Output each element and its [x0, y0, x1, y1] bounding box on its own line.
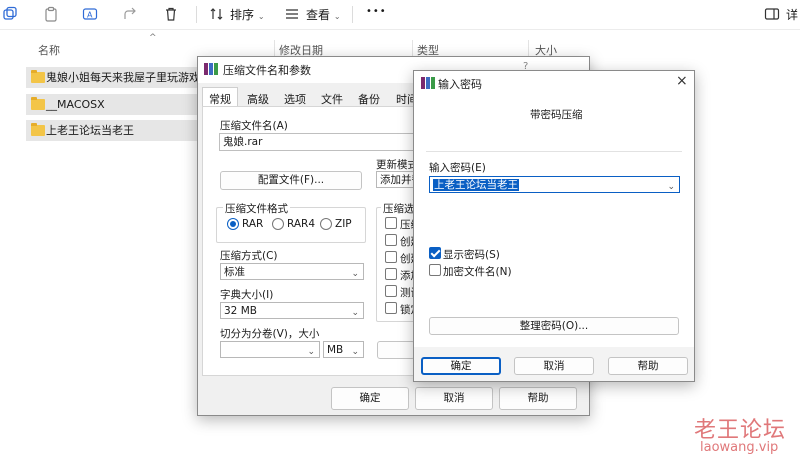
profile-button[interactable]: 配置文件(F)... — [220, 171, 362, 190]
dialog-title: 输入密码 — [438, 78, 482, 91]
show-password-label: 显示密码(S) — [443, 249, 500, 261]
cancel-button[interactable]: 取消 — [415, 387, 493, 410]
ok-button[interactable]: 确定 — [421, 357, 501, 375]
chevron-down-icon: ⌄ — [351, 308, 359, 318]
toolbar-divider — [352, 6, 353, 23]
password-input[interactable]: 上老王论坛当老王 ⌄ — [429, 176, 680, 193]
update-mode-label: 更新模式 — [376, 159, 418, 171]
encrypt-filenames-label: 加密文件名(N) — [443, 266, 512, 278]
file-name: 鬼娘小姐每天来我屋子里玩游戏 — [46, 71, 200, 84]
method-label: 压缩方式(C) — [220, 250, 278, 262]
watermark-url: laowang.vip — [700, 440, 779, 455]
winrar-icon — [204, 63, 218, 75]
archive-name-label: 压缩文件名(A) — [220, 120, 288, 132]
copy-icon[interactable] — [2, 6, 20, 22]
option-checkbox[interactable] — [385, 302, 397, 314]
delete-icon[interactable] — [163, 6, 181, 22]
close-icon[interactable]: × — [676, 73, 688, 89]
toolbar-divider — [196, 6, 197, 23]
explorer-toolbar: A 排序 ⌄ 查看 ⌄ ••• 详 — [0, 0, 800, 30]
password-text: 上老王论坛当老王 — [433, 179, 519, 191]
folder-icon — [31, 97, 45, 110]
file-name: 上老王论坛当老王 — [46, 124, 134, 137]
dialog-body — [414, 95, 694, 347]
help-button[interactable]: 帮助 — [608, 357, 688, 375]
password-label: 输入密码(E) — [429, 162, 486, 174]
details-pane-icon — [764, 6, 782, 22]
file-name: __MACOSX — [46, 98, 105, 111]
split-unit-select[interactable]: MB ⌄ — [323, 341, 364, 358]
method-select[interactable]: 标准 ⌄ — [220, 263, 364, 280]
tab-label: 常规 — [209, 93, 231, 106]
dialog-subtitle: 带密码压缩 — [530, 109, 583, 121]
format-group-label: 压缩文件格式 — [223, 201, 290, 216]
tab-advanced[interactable]: 高级 — [247, 91, 269, 107]
winrar-icon — [421, 77, 435, 89]
file-row[interactable]: __MACOSX — [26, 94, 206, 115]
dialog-titlebar: 输入密码 × — [414, 71, 694, 95]
dialog-title: 压缩文件名和参数 — [223, 64, 311, 77]
sort-icon — [209, 6, 227, 22]
folder-icon — [31, 123, 45, 136]
details-button[interactable]: 详 — [786, 6, 798, 23]
dict-size-select[interactable]: 32 MB ⌄ — [220, 302, 364, 319]
rename-icon[interactable]: A — [82, 6, 100, 22]
cancel-button[interactable]: 取消 — [514, 357, 594, 375]
tab-files[interactable]: 文件 — [321, 91, 343, 107]
svg-text:A: A — [87, 11, 93, 20]
split-volumes-label: 切分为分卷(V)，大小 — [220, 328, 320, 340]
option-checkbox[interactable] — [385, 251, 397, 263]
folder-icon — [31, 70, 45, 83]
help-button[interactable]: 帮助 — [499, 387, 577, 410]
dict-size-label: 字典大小(I) — [220, 289, 274, 301]
column-header-name[interactable]: 名称 — [38, 42, 60, 60]
divider — [426, 151, 682, 152]
share-icon[interactable] — [122, 6, 140, 22]
chevron-down-icon: ⌄ — [351, 269, 359, 279]
update-mode-select[interactable]: 添加并替 — [376, 171, 416, 188]
sort-button[interactable]: 排序 ⌄ — [230, 6, 265, 23]
format-zip-label: ZIP — [335, 218, 352, 230]
view-icon — [284, 6, 302, 22]
chevron-down-icon: ⌄ — [351, 347, 359, 357]
paste-icon[interactable] — [43, 6, 61, 22]
tab-general[interactable]: 常规 — [202, 87, 238, 107]
view-button[interactable]: 查看 ⌄ — [306, 6, 341, 23]
set-password-button[interactable] — [377, 341, 415, 359]
format-rar4-radio[interactable] — [272, 218, 284, 230]
sort-chevron-up-icon: ^ — [149, 33, 157, 43]
tab-options[interactable]: 选项 — [284, 91, 306, 107]
desktop: A 排序 ⌄ 查看 ⌄ ••• 详 ^ 名称 修改日期 类型 大小 鬼娘小姐每天… — [0, 0, 800, 462]
ok-button[interactable]: 确定 — [331, 387, 409, 410]
format-zip-radio[interactable] — [320, 218, 332, 230]
option-checkbox[interactable] — [385, 217, 397, 229]
option-checkbox[interactable] — [385, 234, 397, 246]
archive-name-input[interactable]: 鬼娘.rar — [219, 133, 419, 151]
chevron-down-icon[interactable]: ⌄ — [667, 180, 675, 192]
option-checkbox[interactable] — [385, 285, 397, 297]
format-rar4-label: RAR4 — [287, 218, 316, 230]
chevron-down-icon: ⌄ — [307, 347, 315, 357]
file-row[interactable]: 鬼娘小姐每天来我屋子里玩游戏 — [26, 67, 206, 88]
encrypt-filenames-checkbox[interactable] — [429, 264, 441, 276]
split-size-input[interactable]: ⌄ — [220, 341, 320, 358]
password-dialog: 输入密码 × 带密码压缩 输入密码(E) 上老王论坛当老王 ⌄ 显示密码(S) … — [413, 70, 695, 382]
format-rar-radio[interactable] — [227, 218, 239, 230]
option-checkbox[interactable] — [385, 268, 397, 280]
more-options-button[interactable]: ••• — [366, 6, 387, 17]
tab-backup[interactable]: 备份 — [358, 91, 380, 107]
show-password-checkbox[interactable] — [429, 247, 441, 259]
format-rar-label: RAR — [242, 218, 264, 230]
file-row[interactable]: 上老王论坛当老王 — [26, 120, 206, 141]
organize-passwords-button[interactable]: 整理密码(O)... — [429, 317, 679, 335]
